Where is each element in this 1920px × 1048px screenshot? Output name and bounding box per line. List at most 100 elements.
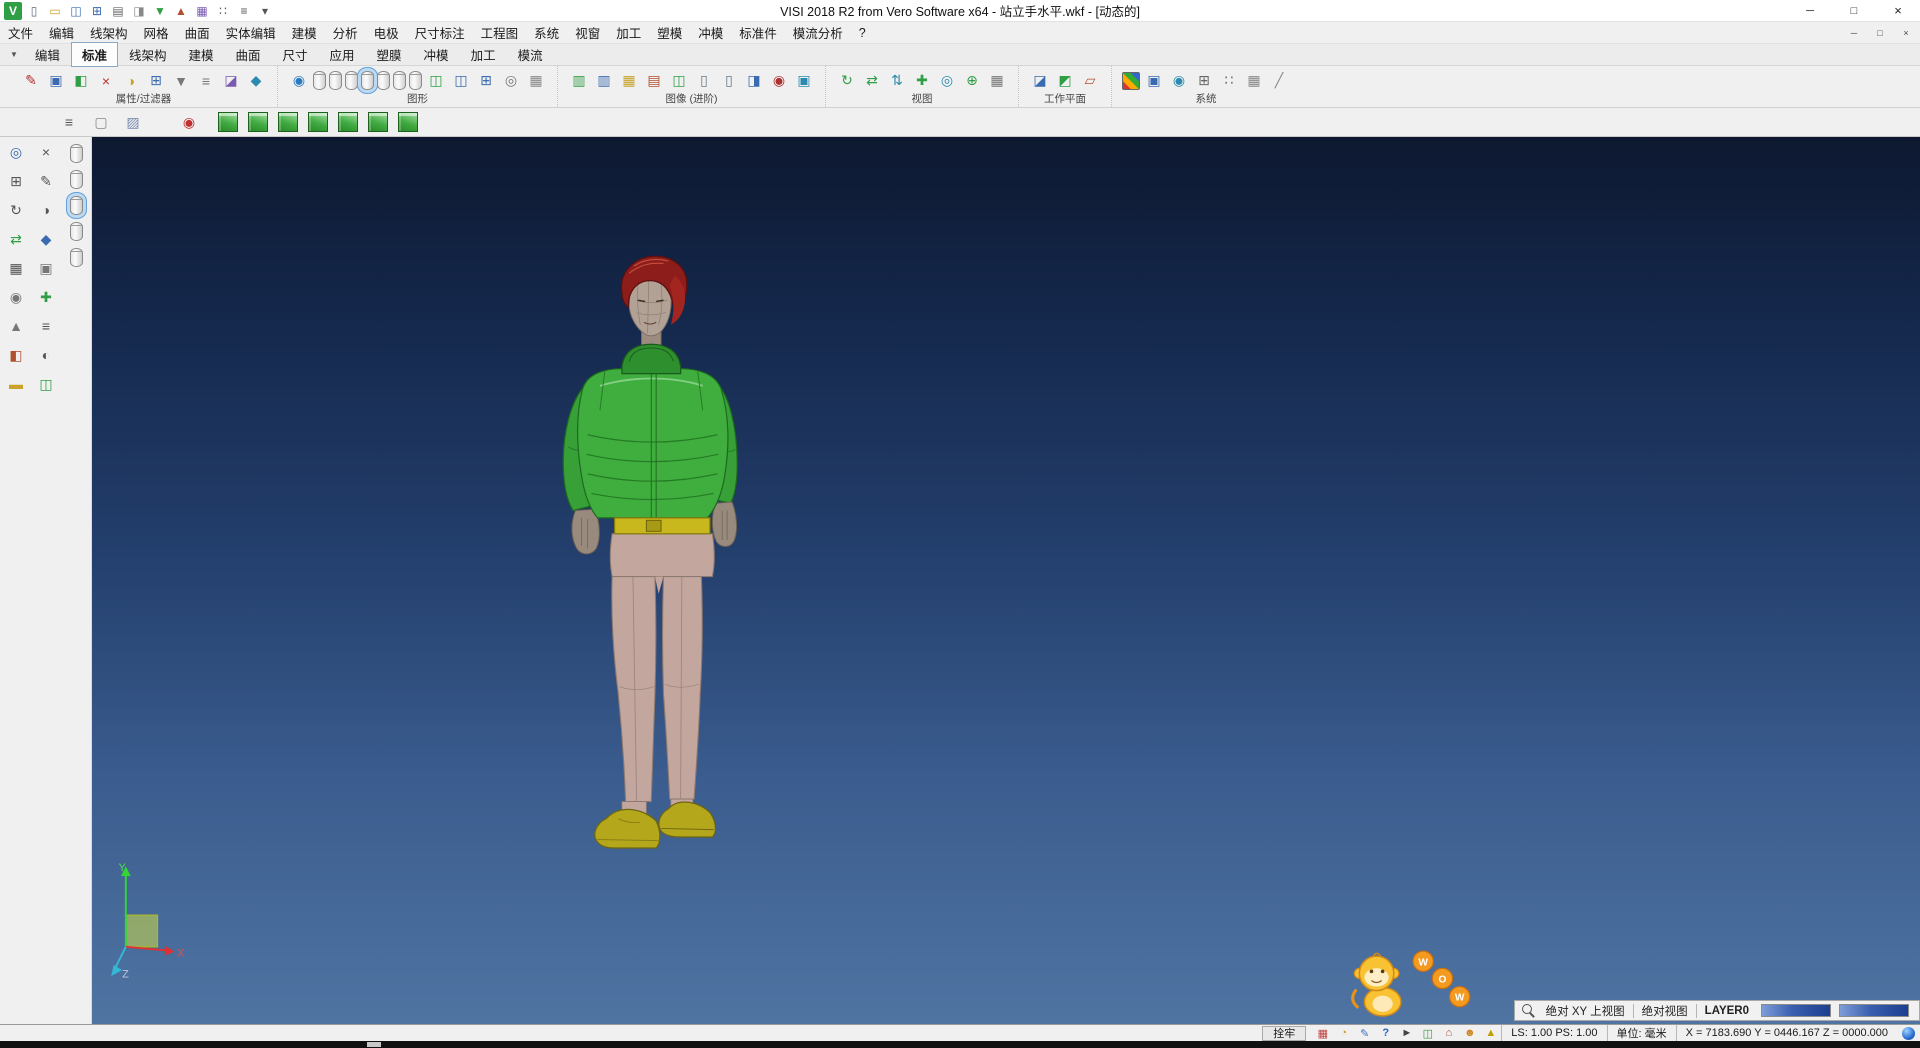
tab-application[interactable]: 应用 <box>319 42 366 67</box>
tab-surface[interactable]: 曲面 <box>224 42 271 67</box>
target-view-icon[interactable]: ◎ <box>936 70 958 92</box>
solid-status-icon[interactable]: ◫ <box>1419 1026 1436 1041</box>
view-cube-back-icon[interactable] <box>368 112 388 132</box>
point-select-icon[interactable]: ◆ <box>34 227 58 251</box>
panel-tool-icon[interactable]: ▣ <box>34 256 58 280</box>
grid-toggle-icon[interactable]: ∷ <box>214 2 232 20</box>
menu-edit[interactable]: 编辑 <box>41 21 82 44</box>
calculator-icon[interactable]: ⊞ <box>1193 70 1215 92</box>
home-status-icon[interactable]: ⌂ <box>1440 1026 1457 1041</box>
texture-icon[interactable]: ◫ <box>668 70 690 92</box>
maximize-button[interactable]: □ <box>1832 0 1876 21</box>
hidden-line-icon[interactable]: ▯ <box>718 70 740 92</box>
filter-cylinder-icon-5[interactable] <box>70 248 83 267</box>
view-cube-iso-icon[interactable] <box>218 112 238 132</box>
add-tool-icon[interactable]: ✚ <box>34 285 58 309</box>
show-all-icon[interactable]: ⊞ <box>475 70 497 92</box>
tab-mold[interactable]: 塑膜 <box>366 42 413 67</box>
zoom-window-icon[interactable]: ◎ <box>4 140 28 164</box>
measure-icon[interactable]: ╱ <box>1268 70 1290 92</box>
show-layer-box-icon[interactable]: ◫ <box>425 70 447 92</box>
render-viewport-icon[interactable]: ▨ <box>122 111 144 133</box>
tab-edit[interactable]: 编辑 <box>24 42 71 67</box>
menu-standard-parts[interactable]: 标准件 <box>731 21 785 44</box>
menu-mold[interactable]: 塑模 <box>649 21 690 44</box>
filter-cylinder-icon-2[interactable] <box>70 170 83 189</box>
tab-modeling[interactable]: 建模 <box>177 42 224 67</box>
mdi-close-button[interactable]: × <box>1898 28 1914 38</box>
shaded-view-icon[interactable]: ◨ <box>743 70 765 92</box>
tab-standard[interactable]: 标准 <box>71 42 118 67</box>
rotate-view-icon[interactable]: ↻ <box>4 198 28 222</box>
mdi-restore-button[interactable]: □ <box>1872 28 1888 38</box>
menu-mesh[interactable]: 网格 <box>136 21 177 44</box>
menu-dimensioning[interactable]: 尺寸标注 <box>407 21 473 44</box>
triangle-tool-icon[interactable]: ▲ <box>4 314 28 338</box>
quick-access-caret[interactable]: ▾ <box>256 2 274 20</box>
render-columns-icon-1[interactable]: ▥ <box>568 70 590 92</box>
view-record-icon[interactable]: ◉ <box>178 111 200 133</box>
single-viewport-icon[interactable]: ▢ <box>90 111 112 133</box>
magnifier-icon[interactable] <box>1521 1003 1536 1018</box>
visibility-cylinder-icon-3[interactable] <box>345 71 358 90</box>
menu-surface[interactable]: 曲面 <box>177 21 218 44</box>
options-icon[interactable]: ≡ <box>235 2 253 20</box>
menu-window[interactable]: 视窗 <box>567 21 608 44</box>
menu-modeling[interactable]: 建模 <box>284 21 325 44</box>
zoom-extents-icon[interactable]: ⊕ <box>961 70 983 92</box>
render-columns-icon-2[interactable]: ▥ <box>593 70 615 92</box>
view-cube-bottom-icon[interactable] <box>398 112 418 132</box>
menu-analysis[interactable]: 分析 <box>325 21 366 44</box>
workplane-align-icon[interactable]: ◩ <box>1054 70 1076 92</box>
display-settings-icon[interactable]: ▣ <box>1143 70 1165 92</box>
tab-wireframe[interactable]: 线架构 <box>118 42 178 67</box>
import-icon[interactable]: ▼ <box>151 2 169 20</box>
open-file-icon[interactable]: ▭ <box>46 2 64 20</box>
wireframe-icon[interactable]: ▯ <box>693 70 715 92</box>
menu-system[interactable]: 系统 <box>526 21 567 44</box>
tab-machining[interactable]: 加工 <box>460 42 507 67</box>
visibility-cylinder-icon-5[interactable] <box>393 71 406 90</box>
mdi-minimize-button[interactable]: ─ <box>1846 28 1862 38</box>
regen-icon[interactable]: ▦ <box>525 70 547 92</box>
visibility-cylinder-icon-6[interactable] <box>409 71 422 90</box>
workplane-set-icon[interactable]: ◪ <box>1029 70 1051 92</box>
filter-cylinder-icon-1[interactable] <box>70 144 83 163</box>
tab-dimension[interactable]: 尺寸 <box>272 42 319 67</box>
workplane-free-icon[interactable]: ▱ <box>1079 70 1101 92</box>
render-columns-icon-3[interactable]: ▦ <box>618 70 640 92</box>
view-reference-label[interactable]: 绝对视图 <box>1634 1003 1696 1019</box>
menu-flow-analysis[interactable]: 模流分析 <box>785 21 851 44</box>
visibility-cylinder-icon-4[interactable] <box>377 71 390 90</box>
magnet-snap-icon[interactable]: ◑ <box>120 70 142 92</box>
light-settings-icon[interactable]: ▣ <box>793 70 815 92</box>
view-cube-right-icon[interactable] <box>338 112 358 132</box>
menu-electrode[interactable]: 电极 <box>366 21 407 44</box>
attribute-edit-icon[interactable]: ✎ <box>20 70 42 92</box>
visi-logo-icon[interactable]: V <box>4 2 22 20</box>
plot-icon[interactable]: ◨ <box>130 2 148 20</box>
show-solids-icon[interactable] <box>361 71 374 90</box>
close-button[interactable]: × <box>1876 0 1920 21</box>
help-status-icon[interactable]: ? <box>1377 1026 1394 1041</box>
table-icon[interactable]: ▦ <box>1243 70 1265 92</box>
taskbar-item[interactable] <box>367 1042 381 1047</box>
delete-element-icon[interactable]: × <box>34 140 58 164</box>
export-icon[interactable]: ▲ <box>172 2 190 20</box>
mascot-toggle-icon[interactable]: ☻ <box>1461 1026 1478 1041</box>
selection-filter-icon[interactable]: ◆ <box>245 70 267 92</box>
human-model[interactable] <box>551 251 820 863</box>
minimize-button[interactable]: ─ <box>1788 0 1832 21</box>
swap-icon[interactable]: ⇄ <box>4 227 28 251</box>
sketch-icon[interactable]: ✎ <box>34 169 58 193</box>
view-cube-front-icon[interactable] <box>248 112 268 132</box>
refresh-view-icon[interactable]: ↻ <box>836 70 858 92</box>
visibility-cylinder-icon-2[interactable] <box>329 71 342 90</box>
snap-lock-button[interactable]: 拴牢 <box>1262 1026 1306 1041</box>
point-grid-icon[interactable]: ∷ <box>1218 70 1240 92</box>
selection-mode-icon[interactable]: ▦ <box>1314 1026 1331 1041</box>
zoom-view-icon[interactable]: ⇅ <box>886 70 908 92</box>
visibility-cylinder-icon-1[interactable] <box>313 71 326 90</box>
menu-drawing[interactable]: 工程图 <box>473 21 527 44</box>
multi-view-icon[interactable]: ▦ <box>986 70 1008 92</box>
